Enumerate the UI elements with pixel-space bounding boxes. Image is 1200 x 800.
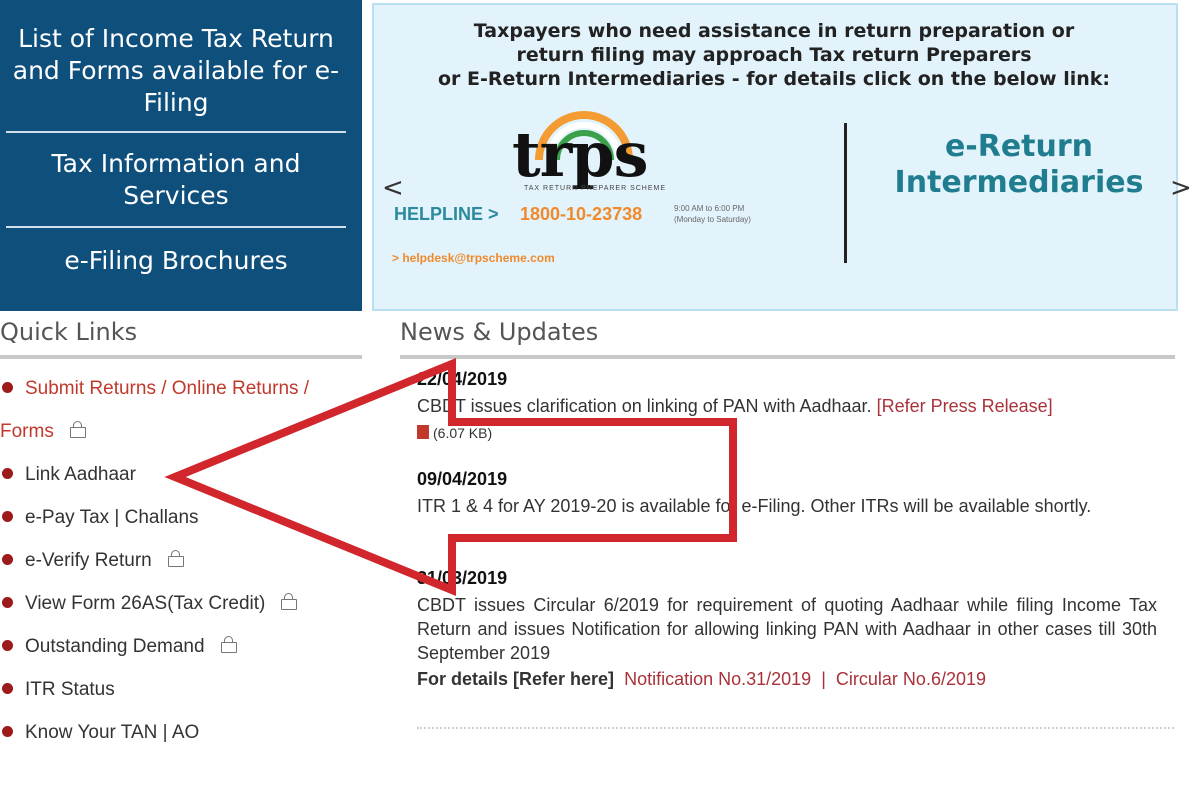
- nav-brochures-link[interactable]: e-Filing Brochures: [0, 245, 352, 277]
- quick-link-label: e-Pay Tax | Challans: [25, 507, 199, 528]
- bullet-icon: [2, 554, 13, 565]
- quick-link-outstanding-demand[interactable]: Outstanding Demand: [0, 636, 237, 658]
- lock-icon: [167, 550, 184, 567]
- news-date: 22/04/2019: [417, 369, 508, 389]
- banner-line1: Taxpayers who need assistance in return …: [473, 20, 1075, 42]
- quick-links-heading: Quick Links: [0, 318, 138, 346]
- banner-line3: or E-Return Intermediaries - for details…: [437, 68, 1111, 90]
- trps-logo-subtext: TAX RETURN PREPARER SCHEME: [524, 185, 667, 192]
- bullet-icon: [2, 382, 13, 393]
- nav-divider: [6, 131, 346, 133]
- news-text: CBDT issues clarification on linking of …: [417, 396, 872, 416]
- helpdesk-email: > helpdesk@trpscheme.com: [392, 251, 555, 265]
- news-date: 31/03/2019: [417, 568, 508, 588]
- helpline-hours: 9:00 AM to 6:00 PM (Monday to Saturday): [674, 203, 814, 225]
- quick-link-label: Forms: [0, 421, 54, 442]
- quick-link-link-aadhaar[interactable]: Link Aadhaar: [0, 464, 136, 486]
- nav-itr-forms-line3: Filing: [143, 88, 209, 117]
- trps-logo: trps: [512, 118, 649, 191]
- eri-title-line1: e-Return: [944, 129, 1094, 164]
- link-separator: |: [821, 669, 826, 689]
- quick-link-label: Outstanding Demand: [25, 636, 205, 657]
- nav-tax-info-link[interactable]: Tax Information and Services: [0, 148, 352, 212]
- quick-link-label: e-Verify Return: [25, 550, 152, 571]
- pdf-icon[interactable]: [417, 425, 429, 439]
- left-nav-panel: List of Income Tax Return and Forms avai…: [0, 0, 362, 311]
- bullet-icon: [2, 640, 13, 651]
- trps-banner[interactable]: Taxpayers who need assistance in return …: [372, 3, 1192, 311]
- helpline-hours-days: (Monday to Saturday): [674, 215, 751, 224]
- nav-divider: [6, 226, 346, 228]
- news-rule: [400, 355, 1175, 359]
- notification-link[interactable]: Notification No.31/2019: [624, 669, 811, 689]
- bullet-icon: [2, 726, 13, 737]
- bullet-icon: [2, 468, 13, 479]
- quick-link-epay-tax[interactable]: e-Pay Tax | Challans: [0, 507, 199, 529]
- bullet-icon: [2, 597, 13, 608]
- carousel-prev-button[interactable]: <: [382, 173, 404, 203]
- details-label: For details [Refer here]: [417, 669, 615, 689]
- quick-link-submit-returns[interactable]: Submit Returns / Online Returns /: [0, 378, 309, 400]
- quick-link-label: View Form 26AS(Tax Credit): [25, 593, 266, 614]
- circular-link[interactable]: Circular No.6/2019: [836, 669, 986, 689]
- nav-itr-forms-line1: List of Income Tax Return: [18, 24, 334, 53]
- nav-tax-info-line2: Services: [123, 181, 229, 210]
- bullet-icon: [2, 683, 13, 694]
- quick-link-know-tan[interactable]: Know Your TAN | AO: [0, 722, 199, 744]
- quick-link-submit-returns-cont[interactable]: Forms: [0, 421, 86, 443]
- eri-title: e-Return Intermediaries: [874, 129, 1164, 201]
- nav-itr-forms-line2: and Forms available for e-: [12, 56, 340, 85]
- carousel-next-button[interactable]: >: [1170, 173, 1192, 203]
- lock-icon: [220, 636, 237, 653]
- news-dotted-rule: [417, 727, 1174, 729]
- quick-link-itr-status[interactable]: ITR Status: [0, 679, 115, 701]
- lock-icon: [281, 593, 298, 610]
- news-item-text: CBDT issues clarification on linking of …: [417, 394, 1157, 418]
- helpline-number: 1800-10-23738: [520, 204, 643, 224]
- quick-link-label: Link Aadhaar: [25, 464, 136, 485]
- file-size: (6.07 KB): [433, 425, 493, 441]
- banner-message: Taxpayers who need assistance in return …: [374, 19, 1174, 91]
- news-heading: News & Updates: [400, 318, 599, 346]
- banner-line2: return filing may approach Tax return Pr…: [516, 44, 1032, 66]
- news-date: 09/04/2019: [417, 469, 508, 489]
- banner-divider: [844, 123, 847, 263]
- bullet-icon: [2, 511, 13, 522]
- lock-icon: [69, 421, 86, 438]
- helpline-hours-time: 9:00 AM to 6:00 PM: [674, 204, 745, 213]
- nav-tax-info-line1: Tax Information and: [51, 149, 301, 178]
- press-release-link[interactable]: [Refer Press Release]: [877, 396, 1053, 416]
- quick-link-label: ITR Status: [25, 679, 115, 700]
- news-details-row: For details [Refer here] Notification No…: [417, 667, 1157, 691]
- quick-link-label: Know Your TAN | AO: [25, 722, 200, 743]
- quick-link-everify[interactable]: e-Verify Return: [0, 550, 184, 572]
- news-text: CBDT issues Circular 6/2019 for requirem…: [417, 595, 1157, 663]
- news-text: ITR 1 & 4 for AY 2019-20 is available fo…: [417, 496, 1092, 516]
- nav-itr-forms-link[interactable]: List of Income Tax Return and Forms avai…: [0, 23, 352, 119]
- news-attachment: (6.07 KB): [417, 420, 1157, 445]
- quick-link-form-26as[interactable]: View Form 26AS(Tax Credit): [0, 593, 298, 615]
- quick-links-rule: [0, 355, 362, 359]
- quick-link-label: Submit Returns / Online Returns /: [25, 378, 310, 399]
- eri-title-line2: Intermediaries: [894, 165, 1144, 200]
- helpline-label: HELPLINE >: [394, 204, 499, 224]
